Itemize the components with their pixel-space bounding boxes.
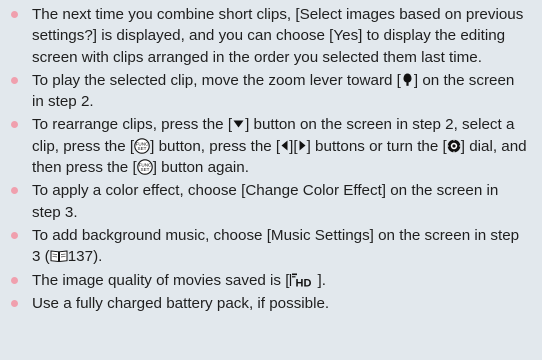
note-text: 137).	[67, 248, 103, 266]
note-text: To rearrange clips, press the [	[32, 116, 233, 134]
bullet-icon	[11, 231, 18, 239]
note-text: ].	[317, 271, 326, 289]
bullet-icon	[11, 121, 18, 129]
bullet-icon	[11, 187, 18, 195]
note-text: The next time you combine short clips, […	[32, 6, 524, 66]
bullet-icon	[11, 299, 18, 307]
control-dial-icon	[447, 139, 461, 153]
svg-text:SET: SET	[140, 167, 149, 172]
note-item-3: To rearrange clips, press the [ ] button …	[0, 114, 528, 178]
func-set-icon: FUNC SET	[134, 138, 150, 154]
left-arrow-icon	[280, 138, 289, 153]
note-item-6: The image quality of movies saved is [ HD…	[0, 270, 528, 291]
bullet-icon	[11, 76, 18, 84]
note-text: ][	[289, 137, 298, 155]
note-item-5: To add background music, choose [Music S…	[0, 225, 528, 268]
svg-text:HD: HD	[296, 277, 312, 288]
note-text: To play the selected clip, move the zoom…	[32, 71, 401, 89]
note-item-1: The next time you combine short clips, […	[0, 4, 528, 68]
note-text: To apply a color effect, choose [Change …	[32, 182, 499, 221]
note-text: ] button, press the [	[150, 137, 281, 155]
func-set-icon: FUNC SET	[136, 159, 153, 175]
note-item-4: To apply a color effect, choose [Change …	[0, 180, 528, 223]
movie-quality-hd-icon: HD	[289, 272, 317, 289]
note-text: ] button again.	[152, 159, 249, 177]
note-item-2: To play the selected clip, move the zoom…	[0, 70, 528, 113]
down-arrow-icon	[232, 116, 245, 131]
bullet-icon	[11, 276, 18, 284]
notes-page: The next time you combine short clips, […	[0, 0, 542, 360]
bullet-icon	[11, 11, 18, 18]
note-text: ] buttons or turn the [	[306, 137, 447, 155]
note-text: Use a fully charged battery pack, if pos…	[32, 294, 330, 312]
notes-list: The next time you combine short clips, […	[0, 4, 542, 314]
note-text: The image quality of movies saved is [	[32, 271, 290, 289]
right-arrow-icon	[298, 138, 307, 153]
note-item-7: Use a fully charged battery pack, if pos…	[0, 293, 528, 314]
page-ref-icon	[50, 249, 68, 263]
telephoto-icon	[401, 72, 414, 87]
note-text: To add background music, choose [Music S…	[32, 226, 520, 266]
svg-text:SET: SET	[138, 146, 147, 151]
